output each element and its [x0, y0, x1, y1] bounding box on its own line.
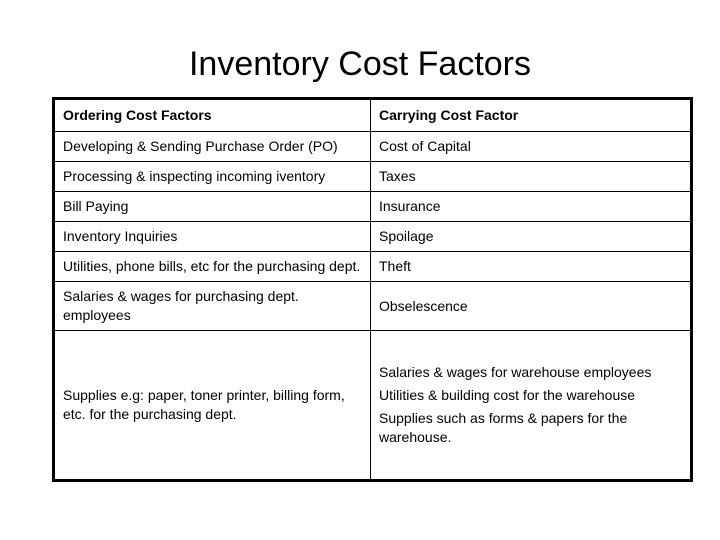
cell-carrying-text: Salaries & wages for warehouse employees	[379, 364, 652, 380]
table-header-row: Ordering Cost Factors Carrying Cost Fact…	[53, 98, 692, 132]
page-title: Inventory Cost Factors	[188, 45, 531, 83]
cell-ordering-text: Processing & inspecting incoming iventor…	[63, 168, 326, 184]
table-row: Salaries & wages for purchasing dept. em…	[53, 281, 692, 331]
cell-ordering-text: Inventory Inquiries	[63, 228, 178, 244]
cell-carrying: Cost of Capital	[370, 131, 692, 162]
table-row: Inventory Inquiries Spoilage	[53, 221, 692, 252]
cell-ordering-text: Salaries & wages for purchasing dept. em…	[63, 288, 299, 323]
cell-carrying-text: Obselescence	[379, 297, 468, 314]
table-row: Bill Paying Insurance	[53, 191, 692, 222]
cell-carrying-text: Utilities & building cost for the wareho…	[379, 387, 636, 403]
table-row: Utilities, phone bills, etc for the purc…	[53, 251, 692, 282]
cell-carrying: Salaries & wages for warehouse employees…	[370, 330, 692, 481]
cell-carrying-text: Cost of Capital	[379, 138, 471, 154]
cell-ordering-text: Developing & Sending Purchase Order (PO)	[63, 138, 338, 154]
cost-factors-table-container: Ordering Cost Factors Carrying Cost Fact…	[52, 97, 693, 482]
table-row: Developing & Sending Purchase Order (PO)…	[53, 131, 692, 162]
cell-carrying: Insurance	[370, 191, 692, 222]
cell-ordering: Developing & Sending Purchase Order (PO)	[53, 131, 371, 162]
table-row: Supplies e.g: paper, toner printer, bill…	[53, 330, 692, 481]
column-header-ordering-label: Ordering Cost Factors	[63, 107, 212, 123]
cell-ordering-text: Supplies e.g: paper, toner printer, bill…	[63, 387, 345, 422]
cell-ordering-text: Utilities, phone bills, etc for the purc…	[63, 258, 361, 274]
cell-carrying-text: Insurance	[379, 198, 441, 214]
cell-ordering-text: Bill Paying	[63, 198, 129, 214]
cell-ordering: Utilities, phone bills, etc for the purc…	[53, 251, 371, 282]
cell-carrying: Taxes	[370, 161, 692, 192]
cell-carrying-text: Taxes	[379, 168, 416, 184]
cell-ordering: Bill Paying	[53, 191, 371, 222]
slide-canvas: Inventory Cost Factors Ordering Cost Fac…	[0, 0, 720, 540]
cost-factors-table: Ordering Cost Factors Carrying Cost Fact…	[52, 97, 693, 482]
cell-carrying: Theft	[370, 251, 692, 282]
cell-carrying-text: Theft	[379, 258, 411, 274]
cell-ordering: Inventory Inquiries	[53, 221, 371, 252]
cell-carrying: Spoilage	[370, 221, 692, 252]
cell-ordering: Salaries & wages for purchasing dept. em…	[53, 281, 371, 331]
cell-ordering: Processing & inspecting incoming iventor…	[53, 161, 371, 192]
cell-carrying: Obselescence	[370, 281, 692, 331]
cell-carrying-text: Spoilage	[379, 228, 434, 244]
column-header-ordering: Ordering Cost Factors	[53, 98, 371, 132]
cell-ordering: Supplies e.g: paper, toner printer, bill…	[53, 330, 371, 481]
cell-carrying-text: Supplies such as forms & papers for the …	[379, 410, 628, 445]
table-row: Processing & inspecting incoming iventor…	[53, 161, 692, 192]
column-header-carrying-label: Carrying Cost Factor	[379, 107, 519, 123]
column-header-carrying: Carrying Cost Factor	[370, 98, 692, 132]
